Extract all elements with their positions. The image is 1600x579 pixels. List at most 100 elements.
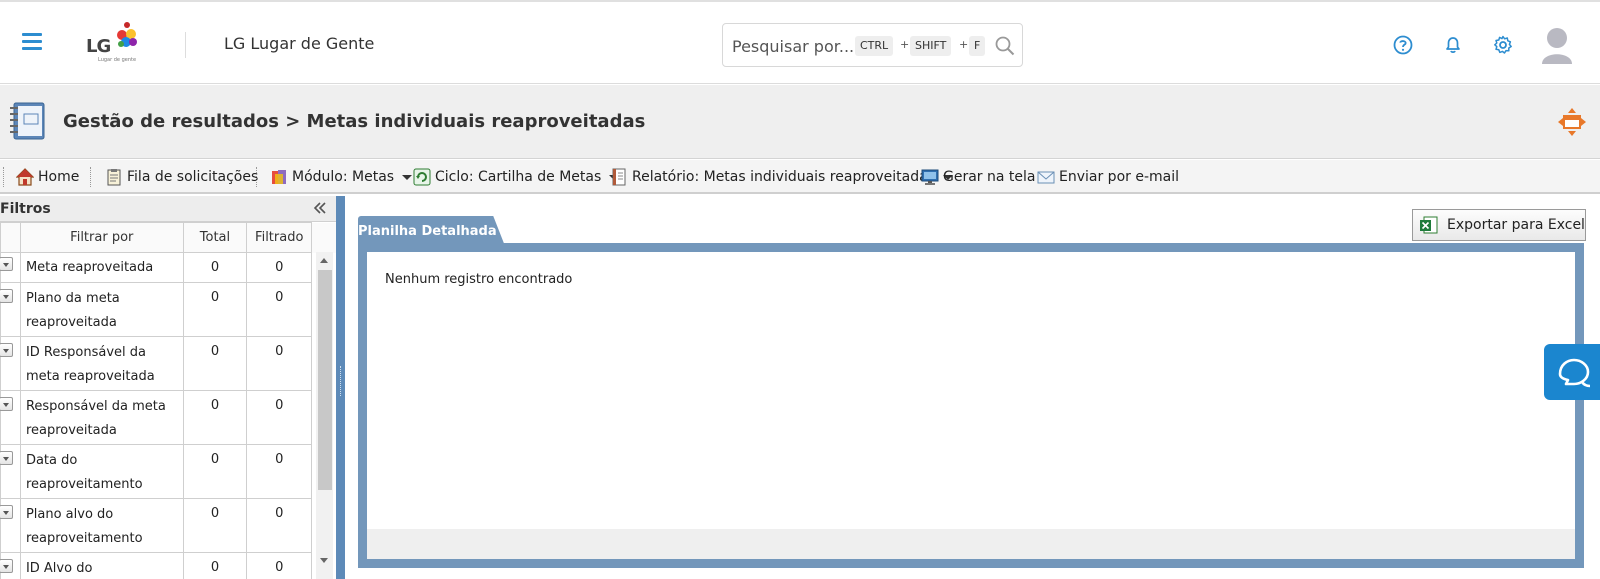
filter-total: 0 <box>182 552 248 579</box>
filter-label: ID Alvo do <box>19 552 184 579</box>
company-logo[interactable]: LG Lugar de gente <box>86 20 146 66</box>
toolbar-ciclo-dropdown[interactable]: Ciclo: Cartilha de Metas <box>413 166 620 188</box>
clipboard-icon <box>107 169 121 186</box>
filters-panel: Filtros Filtrar por Total Filtrado Meta … <box>0 196 336 579</box>
filter-label: Plano da meta reaproveitada <box>19 282 184 337</box>
filters-col-total[interactable]: Total <box>182 222 248 253</box>
toolbar-fila-solicitacoes[interactable]: Fila de solicitações <box>105 166 258 188</box>
scroll-up-icon[interactable] <box>320 258 328 263</box>
filter-label: Responsável da meta reaproveitada <box>19 390 184 445</box>
bell-icon[interactable] <box>1443 35 1463 55</box>
scroll-thumb[interactable] <box>318 270 332 490</box>
export-excel-label: Exportar para Excel <box>1447 217 1585 233</box>
logo-text: LG <box>86 36 111 57</box>
toolbar-gerar-na-tela[interactable]: Gerar na tela <box>921 166 1035 188</box>
filters-col-filtrar-por[interactable]: Filtrar por <box>19 222 184 253</box>
search-input[interactable]: Pesquisar por... <box>732 37 854 56</box>
page-title: Gestão de resultados > Metas individuais… <box>63 111 646 132</box>
panel-splitter[interactable] <box>336 196 345 579</box>
row-dropdown-icon[interactable] <box>0 257 13 271</box>
report-panel: Exportar para Excel Planilha Detalhada N… <box>345 196 1600 579</box>
row-dropdown-icon[interactable] <box>0 343 13 357</box>
table-row: ID Responsável da meta reaproveitada 0 0 <box>0 336 336 391</box>
table-row: ID Alvo do 0 0 <box>0 552 336 579</box>
export-excel-button[interactable]: Exportar para Excel <box>1412 209 1586 241</box>
monitor-icon <box>921 169 939 185</box>
toolbar-fila-label: Fila de solicitações <box>127 169 259 185</box>
toolbar-enviar-email[interactable]: Enviar por e-mail <box>1037 166 1179 188</box>
row-dropdown-icon[interactable] <box>0 559 13 573</box>
home-icon <box>16 168 34 186</box>
toolbar: Home Fila de solicitações Módulo: Metas … <box>0 160 1600 194</box>
filters-col-spacer <box>311 222 336 253</box>
email-icon <box>1037 171 1055 184</box>
toolbar-gerar-label: Gerar na tela <box>943 169 1036 185</box>
shortcut-plus: + <box>959 38 969 51</box>
collapse-icon[interactable] <box>312 200 328 216</box>
filters-scrollbar[interactable] <box>316 252 333 579</box>
module-icon <box>272 170 286 184</box>
row-dropdown-icon[interactable] <box>0 397 13 411</box>
filter-filtered: 0 <box>246 552 313 579</box>
table-row: Meta reaproveitada 0 0 <box>0 252 336 283</box>
search-box[interactable]: Pesquisar por... CTRL + SHIFT + F <box>722 23 1023 67</box>
filters-table-header: Filtrar por Total Filtrado <box>0 222 336 253</box>
app-name: LG Lugar de Gente <box>224 34 375 53</box>
filters-title: Filtros <box>0 201 51 217</box>
filter-filtered: 0 <box>246 444 313 499</box>
filter-label: Plano alvo do reaproveitamento <box>19 498 184 553</box>
toolbar-ciclo-label: Ciclo: Cartilha de Metas <box>435 169 602 185</box>
filter-total: 0 <box>182 498 248 553</box>
shortcut-plus: + <box>900 38 910 51</box>
filters-header: Filtros <box>0 196 336 222</box>
page-title-bar: Gestão de resultados > Metas individuais… <box>0 85 1600 159</box>
notebook-icon <box>10 102 45 140</box>
toolbar-grip <box>3 167 4 187</box>
table-row: Plano da meta reaproveitada 0 0 <box>0 282 336 337</box>
filter-total: 0 <box>182 390 248 445</box>
toolbar-relatorio-label: Relatório: Metas individuais reaproveita… <box>632 169 935 185</box>
logo-mark-icon <box>117 22 137 47</box>
row-dropdown-icon[interactable] <box>0 505 13 519</box>
row-dropdown-icon[interactable] <box>0 289 13 303</box>
shortcut-key-shift: SHIFT <box>910 36 952 56</box>
search-icon[interactable] <box>995 36 1015 56</box>
chat-button[interactable] <box>1544 344 1600 400</box>
avatar[interactable] <box>1540 26 1574 64</box>
filter-label: Data do reaproveitamento <box>19 444 184 499</box>
toolbar-relatorio-dropdown[interactable]: Relatório: Metas individuais reaproveita… <box>610 166 953 188</box>
report-icon <box>612 168 626 186</box>
chat-icon <box>1558 358 1591 388</box>
scroll-down-icon[interactable] <box>320 558 328 563</box>
table-row: Responsável da meta reaproveitada 0 0 <box>0 390 336 445</box>
cycle-icon <box>413 168 431 186</box>
filter-total: 0 <box>182 252 248 283</box>
help-icon[interactable] <box>1393 35 1413 55</box>
filter-filtered: 0 <box>246 282 313 337</box>
filters-col-filtrado[interactable]: Filtrado <box>246 222 313 253</box>
tab-planilha-detalhada[interactable]: Planilha Detalhada <box>358 216 505 246</box>
filter-filtered: 0 <box>246 390 313 445</box>
menu-icon[interactable] <box>22 33 42 50</box>
toolbar-separator <box>256 167 257 187</box>
filter-total: 0 <box>182 336 248 391</box>
top-header: LG Lugar de gente LG Lugar de Gente Pesq… <box>0 0 1600 84</box>
splitter-grip <box>340 366 341 396</box>
toolbar-home[interactable]: Home <box>16 166 79 188</box>
gear-icon[interactable] <box>1493 35 1513 55</box>
excel-icon <box>1420 216 1438 234</box>
filter-total: 0 <box>182 282 248 337</box>
filter-filtered: 0 <box>246 498 313 553</box>
shortcut-key-ctrl: CTRL <box>855 36 894 56</box>
filters-col-toggle <box>0 222 21 253</box>
toolbar-separator <box>90 167 91 187</box>
filters-table: Filtrar por Total Filtrado Meta reaprove… <box>0 222 336 579</box>
toolbar-modulo-dropdown[interactable]: Módulo: Metas <box>270 166 413 188</box>
toolbar-home-label: Home <box>38 169 80 185</box>
row-dropdown-icon[interactable] <box>0 451 13 465</box>
filter-filtered: 0 <box>246 252 313 283</box>
table-row: Plano alvo do reaproveitamento 0 0 <box>0 498 336 553</box>
toolbar-enviar-label: Enviar por e-mail <box>1059 169 1179 185</box>
move-icon[interactable] <box>1557 107 1587 137</box>
toolbar-modulo-label: Módulo: Metas <box>292 169 395 185</box>
